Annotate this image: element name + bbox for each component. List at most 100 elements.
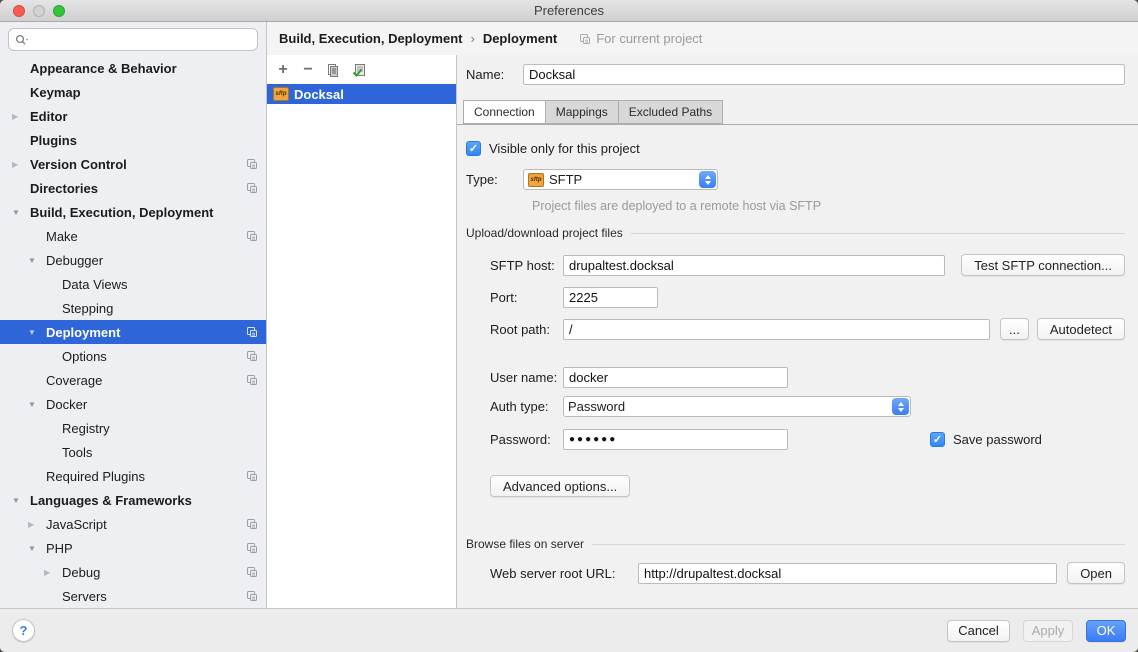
copy-icon[interactable] — [325, 62, 341, 78]
sidebar-item-docker[interactable]: ▼Docker — [0, 392, 266, 416]
sidebar-item-javascript[interactable]: ▶JavaScript — [0, 512, 266, 536]
sidebar-item-label: PHP — [46, 541, 73, 556]
root-path-input[interactable] — [563, 319, 990, 340]
ok-button[interactable]: OK — [1086, 620, 1126, 642]
server-item-docksal[interactable]: sftpDocksal — [267, 84, 456, 104]
upload-section-header: Upload/download project files — [466, 226, 1125, 240]
sidebar-item-coverage[interactable]: Coverage — [0, 368, 266, 392]
search-input[interactable] — [33, 32, 251, 47]
auth-type-label: Auth type: — [490, 399, 563, 414]
project-scope-icon — [246, 230, 258, 242]
root-path-row: Root path: ... Autodetect — [490, 318, 1125, 340]
collapse-arrow-icon[interactable]: ▼ — [12, 208, 30, 217]
sidebar-item-keymap[interactable]: Keymap — [0, 80, 266, 104]
auth-type-row: Auth type: Password — [490, 396, 1125, 417]
sidebar-item-make[interactable]: Make — [0, 224, 266, 248]
breadcrumb-group[interactable]: Build, Execution, Deployment — [279, 31, 462, 46]
sidebar-item-tools[interactable]: Tools — [0, 440, 266, 464]
settings-tree: Appearance & Behavior Keymap▶EditorPlugin… — [0, 56, 266, 608]
breadcrumb-separator-icon: › — [470, 31, 474, 46]
project-scope-icon — [246, 590, 258, 602]
sftp-host-label: SFTP host: — [490, 258, 563, 273]
password-label: Password: — [490, 432, 563, 447]
remove-icon[interactable]: − — [300, 62, 316, 78]
project-scope-icon — [246, 542, 258, 554]
autodetect-button[interactable]: Autodetect — [1037, 318, 1125, 340]
deployment-server-list: +− sftpDocksal — [267, 55, 457, 608]
sidebar-item-version-control[interactable]: ▶Version Control — [0, 152, 266, 176]
tab-excluded-paths[interactable]: Excluded Paths — [618, 100, 723, 124]
cancel-button[interactable]: Cancel — [947, 620, 1010, 642]
open-url-button[interactable]: Open — [1067, 562, 1125, 584]
close-window-button[interactable] — [13, 5, 25, 17]
sidebar-item-registry[interactable]: Registry — [0, 416, 266, 440]
password-input[interactable] — [563, 429, 788, 450]
user-name-label: User name: — [490, 370, 563, 385]
sidebar-item-label: Options — [62, 349, 107, 364]
collapse-arrow-icon[interactable]: ▼ — [28, 400, 46, 409]
visible-only-label: Visible only for this project — [489, 141, 640, 156]
sidebar-item-plugins[interactable]: Plugins — [0, 128, 266, 152]
port-label: Port: — [490, 290, 563, 305]
sidebar-item-label: Required Plugins — [46, 469, 145, 484]
sidebar-item-appearance-behavior[interactable]: Appearance & Behavior — [0, 56, 266, 80]
sidebar-item-label: Coverage — [46, 373, 102, 388]
sftp-host-input[interactable] — [563, 255, 945, 276]
name-input[interactable] — [523, 64, 1125, 85]
tab-connection[interactable]: Connection — [463, 100, 546, 124]
breadcrumb: Build, Execution, Deployment › Deploymen… — [267, 22, 1138, 55]
sidebar-item-deployment[interactable]: ▼Deployment — [0, 320, 266, 344]
port-input[interactable] — [563, 287, 658, 308]
collapse-arrow-icon[interactable]: ▼ — [12, 496, 30, 505]
sidebar-item-stepping[interactable]: Stepping — [0, 296, 266, 320]
advanced-options-button[interactable]: Advanced options... — [490, 475, 630, 497]
help-button[interactable]: ? — [12, 619, 35, 642]
expand-arrow-icon[interactable]: ▶ — [44, 568, 62, 577]
settings-content: Build, Execution, Deployment › Deploymen… — [267, 22, 1138, 608]
sidebar-item-options[interactable]: Options — [0, 344, 266, 368]
browse-root-path-button[interactable]: ... — [1000, 318, 1029, 340]
collapse-arrow-icon[interactable]: ▼ — [28, 328, 46, 337]
visible-only-checkbox[interactable]: ✓ — [466, 141, 481, 156]
project-scope-icon — [246, 326, 258, 338]
project-scope-icon — [579, 33, 591, 45]
sidebar-item-directories[interactable]: Directories — [0, 176, 266, 200]
type-row: Type: sftp SFTP — [466, 169, 1125, 190]
sidebar-item-label: Appearance & Behavior — [30, 61, 177, 76]
apply-button[interactable]: Apply — [1023, 620, 1073, 642]
sidebar-item-languages-frameworks[interactable]: ▼Languages & Frameworks — [0, 488, 266, 512]
sidebar-item-label: Deployment — [46, 325, 120, 340]
sidebar-item-debugger[interactable]: ▼Debugger — [0, 248, 266, 272]
type-select[interactable]: sftp SFTP — [523, 169, 718, 190]
sidebar-item-php[interactable]: ▼PHP — [0, 536, 266, 560]
add-icon[interactable]: + — [275, 62, 291, 78]
sidebar-item-required-plugins[interactable]: Required Plugins — [0, 464, 266, 488]
sidebar-item-label: Tools — [62, 445, 92, 460]
use-as-default-icon[interactable] — [350, 62, 366, 78]
sidebar-item-data-views[interactable]: Data Views — [0, 272, 266, 296]
zoom-window-button[interactable] — [53, 5, 65, 17]
web-root-input[interactable] — [638, 563, 1057, 584]
expand-arrow-icon[interactable]: ▶ — [12, 160, 30, 169]
sidebar-item-label: Data Views — [62, 277, 128, 292]
settings-tabs: ConnectionMappingsExcluded Paths — [457, 100, 1138, 125]
title-bar: Preferences — [0, 0, 1138, 22]
sidebar-item-debug[interactable]: ▶Debug — [0, 560, 266, 584]
expand-arrow-icon[interactable]: ▶ — [12, 112, 30, 121]
sidebar-item-build-execution-deployment[interactable]: ▼Build, Execution, Deployment — [0, 200, 266, 224]
save-password-checkbox[interactable]: ✓ — [930, 432, 945, 447]
sidebar-item-label: Languages & Frameworks — [30, 493, 192, 508]
project-scope-icon — [246, 158, 258, 170]
collapse-arrow-icon[interactable]: ▼ — [28, 544, 46, 553]
web-root-row: Web server root URL: Open — [490, 562, 1125, 584]
settings-search-box[interactable] — [8, 28, 258, 51]
sidebar-item-editor[interactable]: ▶Editor — [0, 104, 266, 128]
tab-mappings[interactable]: Mappings — [545, 100, 619, 124]
expand-arrow-icon[interactable]: ▶ — [28, 520, 46, 529]
sidebar-item-label: Stepping — [62, 301, 113, 316]
test-sftp-connection-button[interactable]: Test SFTP connection... — [961, 254, 1125, 276]
collapse-arrow-icon[interactable]: ▼ — [28, 256, 46, 265]
user-name-input[interactable] — [563, 367, 788, 388]
sidebar-item-servers[interactable]: Servers — [0, 584, 266, 608]
auth-type-select[interactable]: Password — [563, 396, 911, 417]
